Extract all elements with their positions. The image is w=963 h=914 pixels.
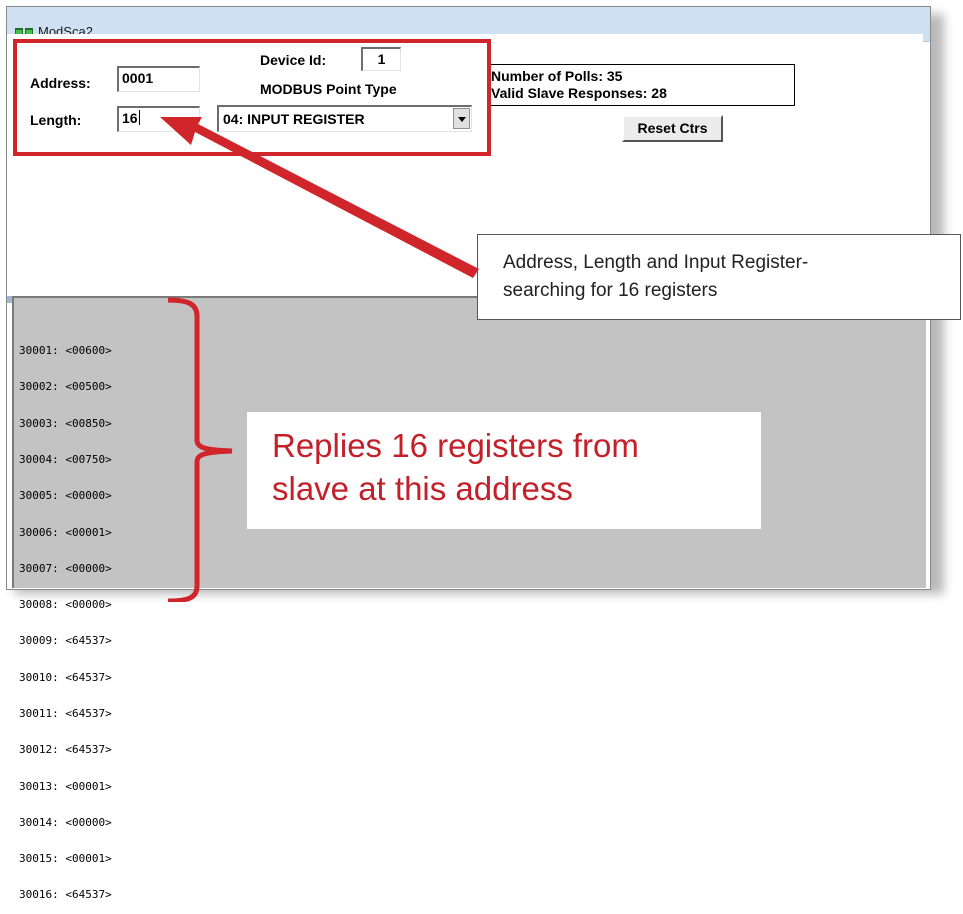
register-row: 30015: <00001>	[19, 852, 112, 866]
register-row: 30014: <00000>	[19, 815, 112, 829]
red-arrow-icon	[160, 117, 479, 278]
register-row: 30009: <64537>	[19, 634, 112, 648]
register-row: 30012: <64537>	[19, 743, 112, 757]
register-row: 30016: <64537>	[19, 888, 112, 902]
register-row: 30013: <00001>	[19, 779, 112, 793]
register-row: 30011: <64537>	[19, 707, 112, 720]
curly-brace-icon	[167, 297, 233, 602]
register-row: 30010: <64537>	[19, 670, 112, 684]
annotation-overlay	[160, 117, 479, 602]
